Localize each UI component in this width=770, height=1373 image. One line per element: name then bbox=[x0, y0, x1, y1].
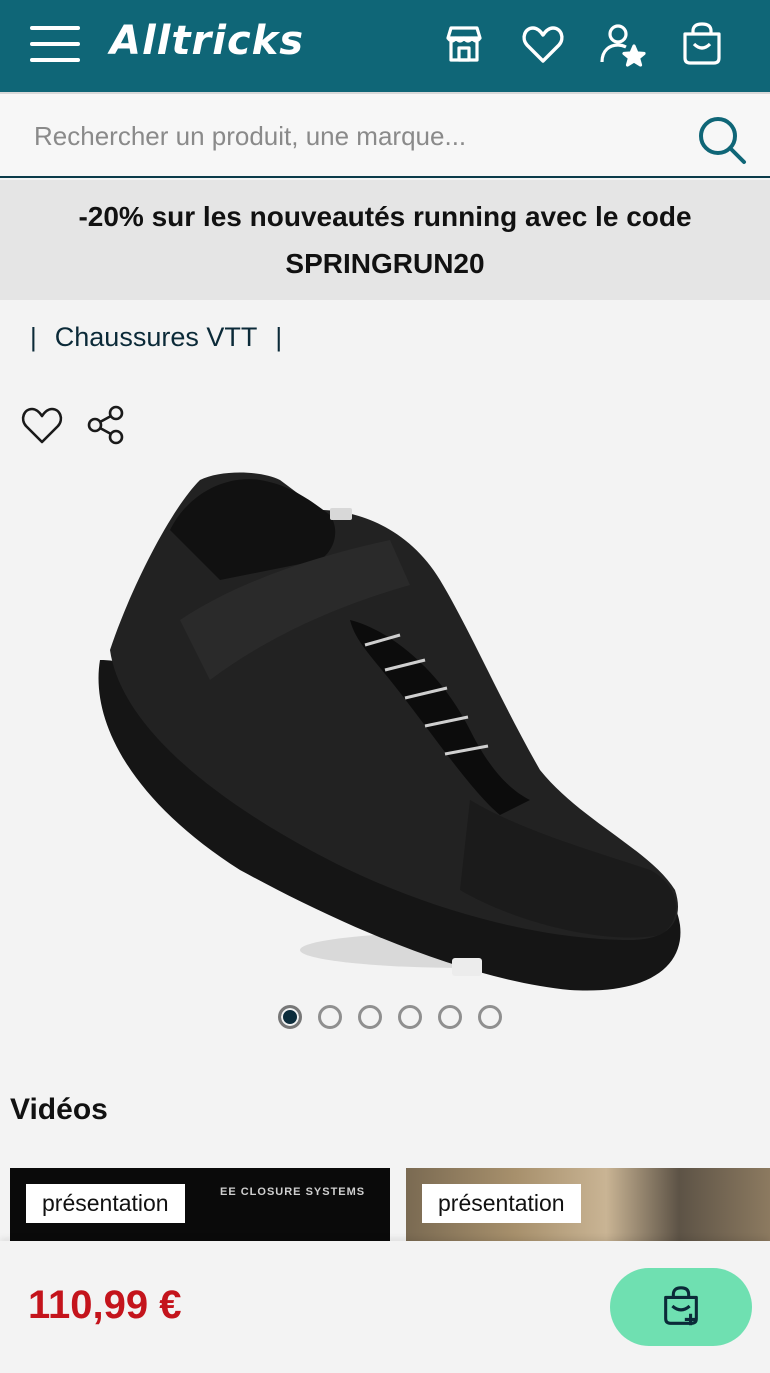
search-input[interactable] bbox=[20, 112, 670, 160]
store-icon[interactable] bbox=[440, 20, 488, 68]
video-thumbnail[interactable]: EE CLOSURE SYSTEMS présentation bbox=[10, 1168, 390, 1243]
carousel-dot[interactable] bbox=[358, 1005, 382, 1029]
carousel-dot[interactable] bbox=[398, 1005, 422, 1029]
video-tag: présentation bbox=[26, 1184, 185, 1223]
video-caption: EE CLOSURE SYSTEMS bbox=[220, 1186, 366, 1198]
brand-logo[interactable]: Alltricks bbox=[110, 18, 304, 64]
search-icon[interactable] bbox=[694, 112, 748, 166]
promo-banner[interactable]: -20% sur les nouveautés running avec le … bbox=[0, 180, 770, 300]
heart-icon[interactable] bbox=[519, 20, 567, 68]
carousel-dot[interactable] bbox=[278, 1005, 302, 1029]
wishlist-heart-icon[interactable] bbox=[19, 402, 65, 448]
app-header: Alltricks bbox=[0, 0, 770, 92]
add-to-cart-button[interactable] bbox=[610, 1268, 752, 1346]
cart-add-icon bbox=[664, 1286, 698, 1326]
carousel-dot[interactable] bbox=[438, 1005, 462, 1029]
share-icon[interactable] bbox=[84, 402, 130, 448]
carousel-indicators bbox=[278, 1005, 502, 1029]
videos-section-title: Vidéos bbox=[10, 1093, 108, 1126]
breadcrumb-separator: | bbox=[275, 322, 283, 352]
carousel-dot[interactable] bbox=[318, 1005, 342, 1029]
sticky-purchase-bar: 110,99 € bbox=[0, 1241, 770, 1373]
video-tag: présentation bbox=[422, 1184, 581, 1223]
account-icon[interactable] bbox=[598, 20, 646, 68]
video-thumbnail[interactable]: présentation bbox=[406, 1168, 770, 1243]
breadcrumb: | Chaussures VTT | bbox=[30, 322, 282, 353]
carousel-dot[interactable] bbox=[478, 1005, 502, 1029]
product-price: 110,99 € bbox=[28, 1283, 182, 1327]
product-image[interactable] bbox=[90, 470, 690, 1000]
cart-icon[interactable] bbox=[678, 20, 726, 68]
breadcrumb-separator: | bbox=[30, 322, 37, 352]
breadcrumb-item-chaussures-vtt[interactable]: Chaussures VTT bbox=[55, 322, 258, 353]
promo-code: SPRINGRUN20 bbox=[285, 248, 485, 279]
promo-text: -20% sur les nouveautés running avec le … bbox=[78, 201, 692, 232]
menu-icon[interactable] bbox=[30, 24, 80, 64]
search-bar bbox=[0, 92, 770, 178]
